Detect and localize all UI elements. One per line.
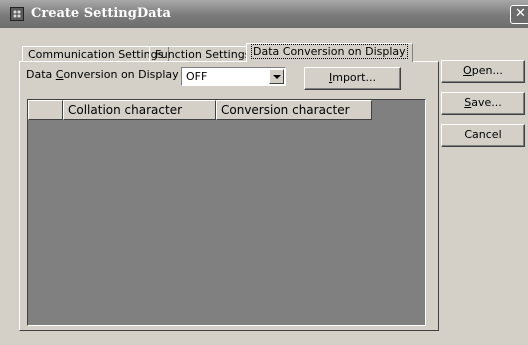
column-header-conversion[interactable]: Conversion character: [216, 100, 372, 120]
data-conversion-label: Data Conversion on Display: [26, 68, 179, 81]
save-button[interactable]: Save...: [441, 92, 525, 115]
import-button[interactable]: Import...: [304, 67, 401, 90]
cancel-button[interactable]: Cancel: [441, 124, 525, 147]
tab-label: Communication Settings: [28, 48, 164, 61]
window-title: Create SettingData: [31, 6, 171, 21]
tab-label: Function Settings: [155, 48, 251, 61]
column-header-collation[interactable]: Collation character: [63, 100, 216, 120]
title-bar[interactable]: Create SettingData ✕: [0, 0, 528, 28]
tab-function-settings[interactable]: Function Settings: [149, 46, 257, 62]
conversion-table[interactable]: Collation character Conversion character: [27, 99, 426, 326]
data-conversion-select[interactable]: OFF: [181, 67, 286, 86]
tab-data-conversion-on-display[interactable]: Data Conversion on Display: [246, 43, 413, 62]
tab-bar: Communication Settings Function Settings…: [0, 40, 440, 62]
app-icon: [10, 7, 24, 21]
tab-label: Data Conversion on Display: [251, 44, 408, 59]
dialog-window: Create SettingData ✕ Communication Setti…: [0, 0, 528, 345]
select-value: OFF: [186, 70, 208, 83]
open-button[interactable]: Open...: [441, 60, 525, 83]
close-button[interactable]: ✕: [510, 5, 528, 24]
row-header-corner: [28, 100, 63, 120]
chevron-down-icon[interactable]: [269, 69, 284, 84]
tab-communication-settings[interactable]: Communication Settings: [22, 46, 170, 62]
